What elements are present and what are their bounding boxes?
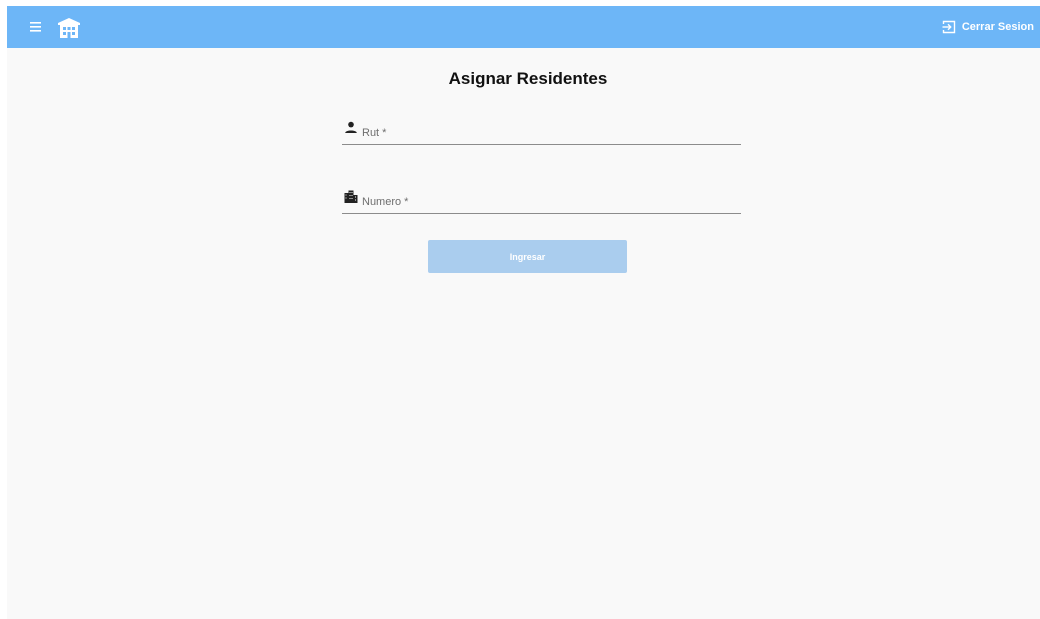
rut-input[interactable]	[362, 123, 736, 143]
logout-button[interactable]: Cerrar Sesion	[942, 18, 1034, 36]
app-window: Cerrar Sesion Asignar Residentes Rut * N…	[7, 6, 1040, 619]
rut-field[interactable]: Rut *	[342, 121, 741, 145]
rut-underline	[342, 144, 741, 145]
page-title: Asignar Residentes	[448, 69, 608, 88]
menu-button[interactable]	[28, 19, 46, 35]
logout-icon	[942, 20, 956, 34]
building-logo-icon	[57, 16, 81, 40]
numero-field[interactable]: Numero *	[342, 190, 741, 214]
apartment-icon	[344, 190, 358, 204]
app-bar: Cerrar Sesion	[7, 6, 1040, 48]
hamburger-menu-icon	[30, 22, 41, 32]
logout-label: Cerrar Sesion	[961, 21, 1034, 33]
numero-underline	[342, 213, 741, 214]
ingresar-button[interactable]: Ingresar	[428, 240, 627, 273]
numero-input[interactable]	[362, 192, 736, 212]
person-icon	[344, 121, 358, 135]
